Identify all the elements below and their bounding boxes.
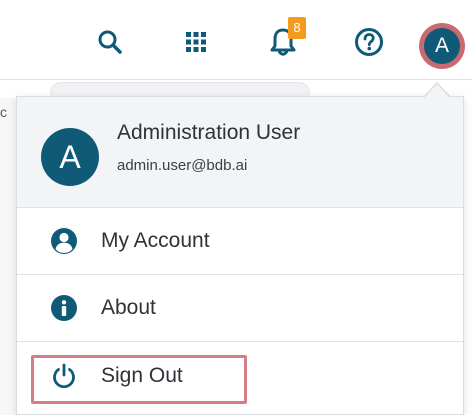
user-email: admin.user@bdb.ai [117,157,248,174]
top-navigation-bar: 8 A [0,0,472,80]
menu-item-label: My Account [101,229,210,252]
menu-item-my-account[interactable]: My Account [17,208,463,275]
user-menu-dropdown: A Administration User admin.user@bdb.ai … [16,96,464,415]
info-icon [50,294,78,322]
screen: 8 A c A Administration User admin.user@b… [0,0,472,415]
background-panel-edge [0,98,16,415]
power-icon [50,362,78,390]
profile-avatar: A [41,128,99,186]
menu-item-label: Sign Out [101,363,183,387]
menu-item-about[interactable]: About [17,275,463,342]
help-icon[interactable] [351,24,387,60]
search-icon[interactable] [92,24,128,60]
avatar: A [424,28,460,64]
menu-item-label: About [101,296,156,319]
user-circle-icon [50,227,78,255]
dropdown-caret-fill [425,84,449,97]
apps-grid-icon[interactable] [178,24,214,60]
notification-count-badge: 8 [288,17,306,39]
profile-header: A Administration User admin.user@bdb.ai [17,97,463,208]
menu-item-sign-out[interactable]: Sign Out [17,342,463,409]
user-name: Administration User [117,121,301,144]
background-edge-text: c [0,104,7,120]
user-avatar-button[interactable]: A [419,23,465,69]
